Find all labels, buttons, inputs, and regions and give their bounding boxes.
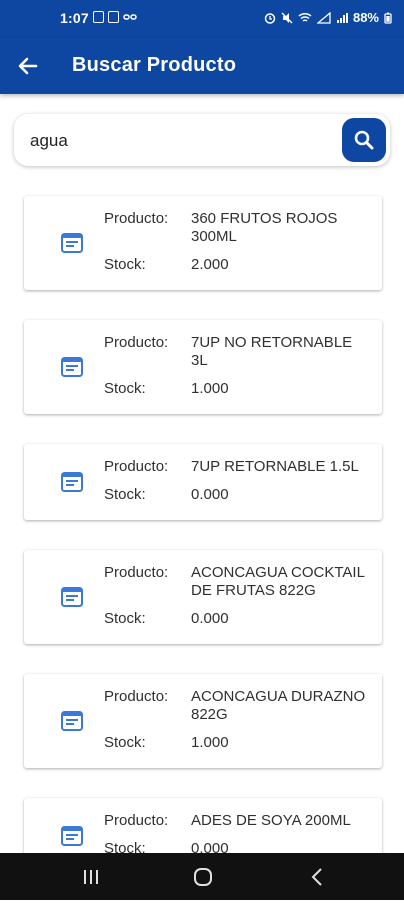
stock-value: 1.000 <box>191 380 229 397</box>
battery-percent: 88% <box>352 10 379 25</box>
arrow-back-icon[interactable] <box>14 52 42 80</box>
product-list: Producto: 360 FRUTOS ROJOS 300ML Stock: 2.… <box>24 196 382 904</box>
document-list-icon <box>61 587 83 607</box>
stock-label: Stock: <box>104 256 146 273</box>
stock-value: 2.000 <box>191 256 229 273</box>
alarm-icon <box>264 12 276 24</box>
home-icon[interactable] <box>193 867 213 887</box>
stock-value: 1.000 <box>191 734 229 751</box>
stock-label: Stock: <box>104 486 146 503</box>
signal-bars-icon <box>336 12 348 23</box>
status-system-icons: 88% <box>264 10 392 25</box>
search-bar <box>14 114 390 166</box>
page-title: Buscar Producto <box>72 54 237 76</box>
status-time: 1:07 <box>60 10 89 26</box>
document-list-icon <box>61 472 83 492</box>
back-nav-icon[interactable] <box>310 867 324 887</box>
producto-label: Producto: <box>104 458 169 475</box>
product-name: 7UP RETORNABLE 1.5L <box>191 458 359 475</box>
status-notification-icons <box>93 11 137 23</box>
producto-label: Producto: <box>104 334 169 351</box>
producto-label: Producto: <box>104 564 169 581</box>
gallery-notification-icon <box>93 11 104 23</box>
document-list-icon <box>61 826 83 846</box>
product-card[interactable]: Producto: 7UP NO RETORNABLE 3L Stock: 1.00… <box>24 320 382 414</box>
product-name: ADES DE SOYA 200ML <box>191 812 351 829</box>
stock-label: Stock: <box>104 610 146 627</box>
product-name: ACONCAGUA DURAZNO 822G <box>191 688 366 723</box>
document-list-icon <box>61 711 83 731</box>
battery-icon <box>384 12 392 24</box>
phone-notification-icon <box>108 11 119 23</box>
signal-4g-icon <box>316 11 331 24</box>
product-name: 360 FRUTOS ROJOS 300ML <box>191 210 338 245</box>
stock-label: Stock: <box>104 380 146 397</box>
system-navigation-bar <box>0 853 404 900</box>
product-card[interactable]: Producto: ACONCAGUA DURAZNO 822G Stock: 1.… <box>24 674 382 768</box>
product-card[interactable]: Producto: 360 FRUTOS ROJOS 300ML Stock: 2.… <box>24 196 382 290</box>
producto-label: Producto: <box>104 210 169 227</box>
app-bar: Buscar Producto <box>0 38 404 94</box>
stock-label: Stock: <box>104 734 146 751</box>
stock-value: 0.000 <box>191 610 229 627</box>
stock-value: 0.000 <box>191 486 229 503</box>
search-button[interactable] <box>342 118 386 162</box>
product-card[interactable]: Producto: ACONCAGUA COCKTAIL DE FRUTAS 82… <box>24 550 382 644</box>
status-bar: 1:07 88% <box>0 0 404 38</box>
producto-label: Producto: <box>104 688 169 705</box>
document-list-icon <box>61 357 83 377</box>
wifi-icon <box>298 12 312 22</box>
product-name: 7UP NO RETORNABLE 3L <box>191 334 353 369</box>
link-notification-icon <box>123 14 137 20</box>
search-input[interactable] <box>28 126 332 156</box>
product-name: ACONCAGUA COCKTAIL DE FRUTAS 822G <box>191 564 365 599</box>
recent-apps-icon[interactable] <box>82 867 100 887</box>
producto-label: Producto: <box>104 812 169 829</box>
search-icon <box>354 130 374 150</box>
mute-icon <box>281 12 293 23</box>
product-card[interactable]: Producto: 7UP RETORNABLE 1.5L Stock: 0.000 <box>24 444 382 520</box>
document-list-icon <box>61 233 83 253</box>
